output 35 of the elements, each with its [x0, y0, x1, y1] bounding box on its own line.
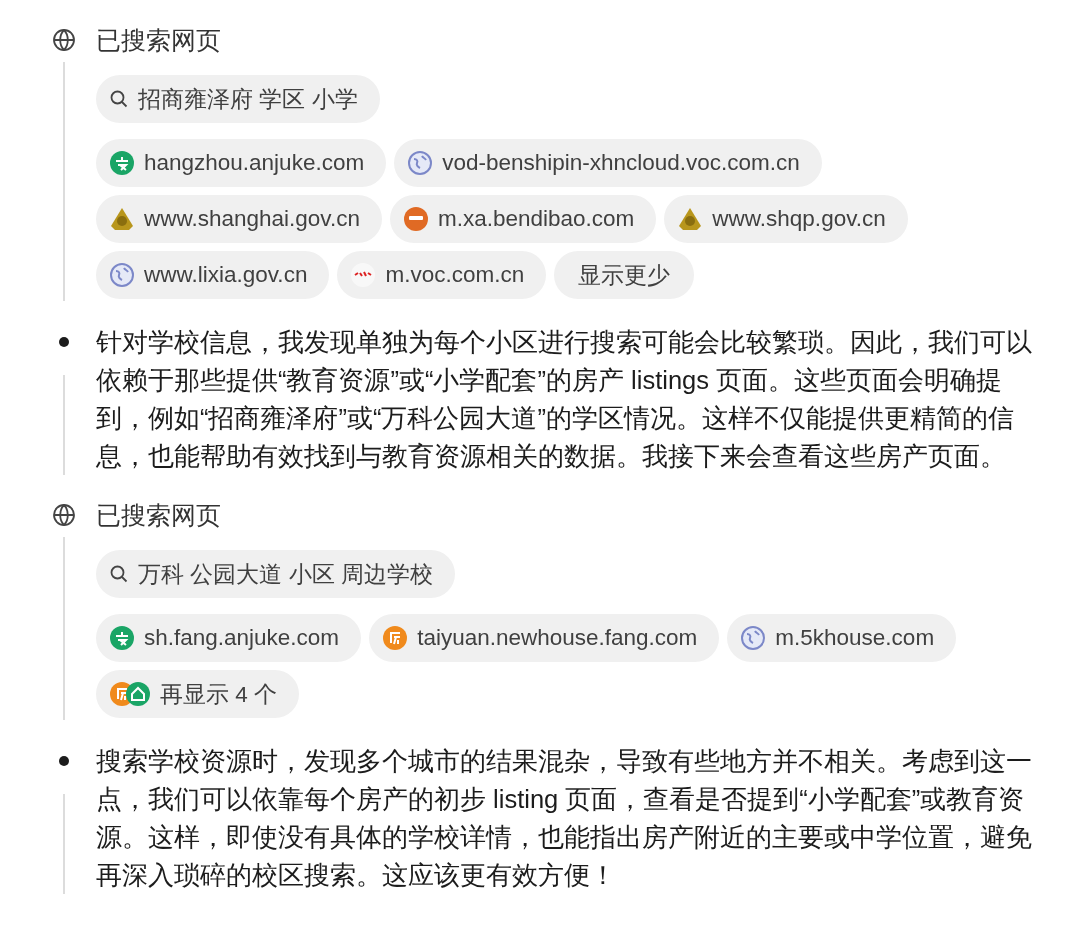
source-link-chip[interactable]: sh.fang.anjuke.com	[96, 614, 362, 662]
show-more-button[interactable]: 显示更少	[554, 251, 695, 299]
search-query-chip[interactable]: 招商雍泽府 学区 小学	[96, 75, 380, 123]
search-icon	[110, 565, 128, 583]
globe-icon	[408, 151, 433, 175]
source-link-chip[interactable]: hangzhou.anjuke.com	[96, 139, 387, 187]
globe-icon	[741, 626, 766, 650]
bullet-icon	[59, 756, 69, 766]
site-logo-icon	[383, 626, 408, 650]
search-icon	[110, 90, 128, 108]
source-link-chip[interactable]: m.xa.bendibao.com	[389, 195, 657, 243]
bullet-icon	[59, 337, 69, 347]
globe-icon	[52, 28, 76, 52]
globe-icon	[52, 503, 76, 527]
search-query-chip[interactable]: 万科 公园大道 小区 周边学校	[96, 550, 455, 598]
site-logo-icon	[110, 151, 134, 175]
site-logo-icon	[403, 207, 428, 231]
emblem-icon	[678, 207, 703, 231]
source-link-chip[interactable]: vod-benshipin-xhncloud.voc.com.cn	[394, 139, 822, 187]
emblem-icon	[110, 207, 134, 231]
reasoning-paragraph: 搜索学校资源时，发现多个城市的结果混杂，导致有些地方并不相关。考虑到这一点，我们可以依靠每个房产的初步 listing 页面，查看是否提到“小学配套”或教育资源。这样，即使没有具体的学校详情，也能指出房产附近的主要或中学位置，避免再深入琐碎的校区搜索。这应该更有效方便！	[96, 746, 1033, 891]
source-link-chip[interactable]: www.shanghai.gov.cn	[96, 195, 382, 243]
show-more-button[interactable]: 再显示 4 个	[96, 670, 300, 718]
reasoning-paragraph: 针对学校信息，我发现单独为每个小区进行搜索可能会比较繁琐。因此，我们可以依赖于那些提供“教育资源”或“小学配套”的房产 listings 页面。这些页面会明确提到，例如“招商雍泽府”或“万科公园大道”的学区情况。这样不仅能提供更精简的信息，也能帮助有效找到与教育资源相关的数据。我接下来会查看这些房产页面。	[96, 327, 1033, 472]
globe-icon	[110, 263, 134, 287]
source-link-chip[interactable]: www.shqp.gov.cn	[664, 195, 908, 243]
site-logo-icon	[110, 626, 134, 650]
house-icon	[126, 682, 150, 706]
source-link-chip[interactable]: taiyuan.newhouse.fang.com	[369, 614, 720, 662]
source-link-chip[interactable]: www.lixia.gov.cn	[96, 251, 330, 299]
source-link-chip[interactable]: m.voc.com.cn	[337, 251, 547, 299]
source-link-chip[interactable]: m.5khouse.com	[727, 614, 957, 662]
site-logo-icon	[351, 263, 376, 287]
section-heading: 已搜索网页	[96, 500, 222, 531]
section-heading: 已搜索网页	[96, 25, 222, 56]
